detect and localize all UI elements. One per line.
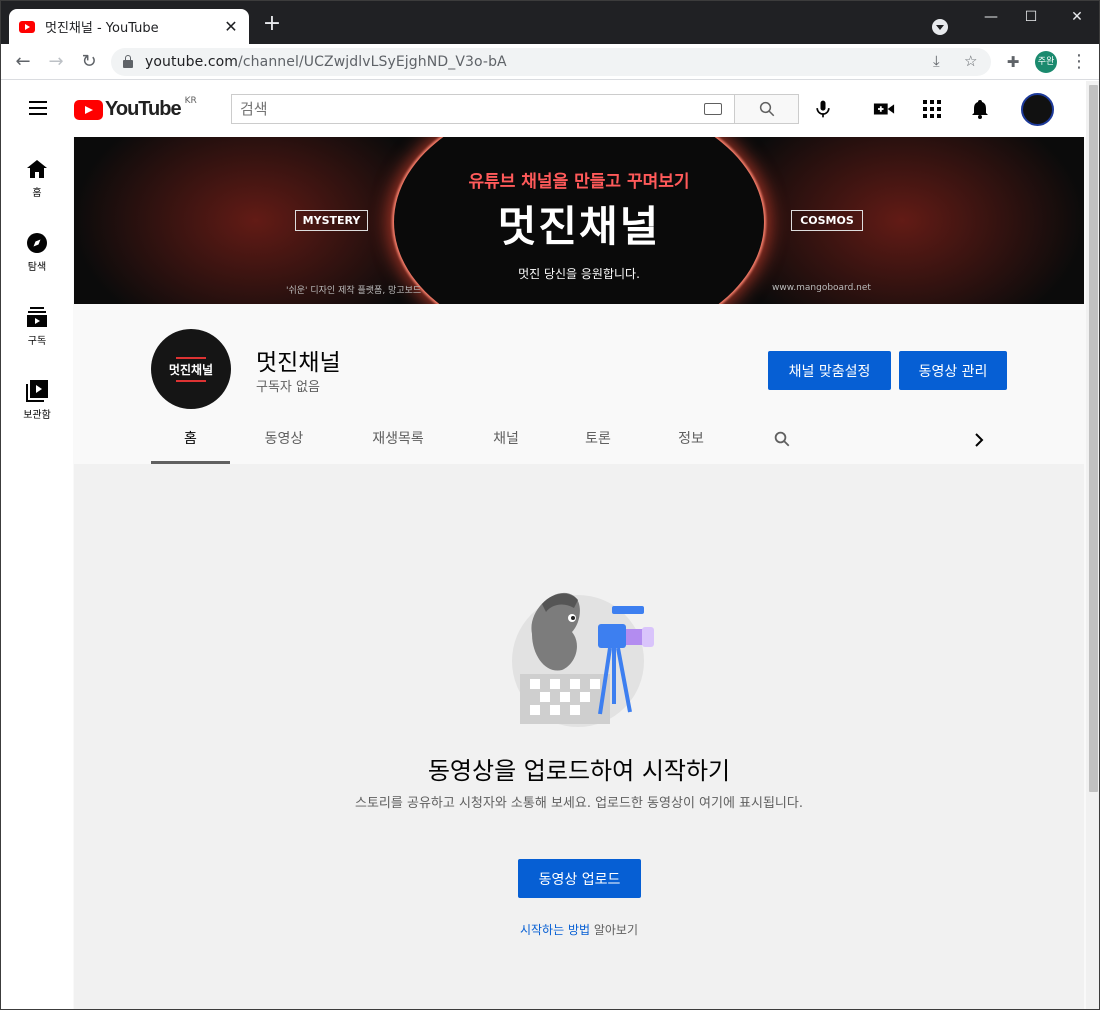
guide-item-explore[interactable]: 탐색	[1, 231, 73, 273]
explore-icon	[1, 231, 73, 255]
channel-avatar: 멋진채널	[151, 329, 231, 409]
banner-right-box: COSMOS	[791, 210, 863, 231]
notifications-bell-icon[interactable]	[969, 98, 991, 120]
guide-label: 탐색	[27, 262, 47, 273]
banner-tagline: 멋진 당신을 응원합니다.	[518, 267, 640, 281]
keyboard-icon[interactable]	[704, 103, 722, 115]
search-icon	[759, 101, 774, 117]
banner-left-box: MYSTERY	[295, 210, 368, 231]
apps-grid-icon[interactable]	[921, 98, 943, 120]
guide-item-home[interactable]: 홈	[1, 157, 73, 199]
learn-suffix: 알아보기	[590, 923, 639, 937]
browser-tab[interactable]: 멋진채널 - YouTube ✕	[9, 9, 249, 44]
search-input[interactable]	[240, 100, 704, 118]
tab-discussion[interactable]: 토론	[566, 419, 630, 464]
youtube-play-icon	[74, 99, 103, 120]
tab-about[interactable]: 정보	[659, 419, 723, 464]
voice-search-icon[interactable]	[812, 98, 834, 120]
extensions-icon[interactable]: ✚	[1001, 50, 1025, 74]
youtube-favicon-icon	[19, 20, 35, 33]
creator-illustration	[512, 592, 654, 727]
address-bar[interactable]: youtube.com/channel/UCZwjdlvLSyEjghND_V3…	[111, 48, 991, 76]
guide-label: 구독	[27, 336, 47, 347]
channel-banner: 유튜브 채널을 만들고 꾸며보기 멋진채널 멋진 당신을 응원합니다. MYST…	[74, 137, 1084, 304]
guide-label: 보관함	[23, 410, 51, 421]
banner-footer-right: www.mangoboard.net	[772, 283, 871, 293]
youtube-logo[interactable]: YouTube KR	[74, 95, 197, 121]
forward-icon[interactable]: →	[44, 50, 68, 74]
subscriptions-icon	[1, 305, 73, 329]
install-app-icon[interactable]: ⤓	[933, 52, 940, 70]
tab-close-icon[interactable]: ✕	[223, 17, 239, 36]
tab-search-icon[interactable]	[932, 19, 948, 35]
learn-how-link[interactable]: 시작하는 방법	[520, 923, 590, 937]
tab-home[interactable]: 홈	[151, 419, 230, 464]
browser-window: 멋진채널 - YouTube ✕ + — ☐ ✕ ← → ↻ youtube.c…	[0, 0, 1100, 1010]
minimize-icon[interactable]: —	[981, 7, 1001, 27]
guide-sidebar: 홈 탐색 구독 보관함	[1, 137, 73, 1009]
upload-video-button[interactable]: 동영상 업로드	[518, 859, 641, 898]
page-scrollbar[interactable]	[1086, 81, 1099, 1009]
tab-videos[interactable]: 동영상	[246, 419, 322, 464]
banner-footer-left: '쉬운' 디자인 제작 플랫폼, 망고보드	[286, 286, 422, 296]
region-code: KR	[184, 95, 197, 106]
guide-item-library[interactable]: 보관함	[1, 379, 73, 421]
bookmark-star-icon[interactable]: ☆	[964, 52, 977, 70]
maximize-icon[interactable]: ☐	[1021, 7, 1041, 27]
guide-item-subscriptions[interactable]: 구독	[1, 305, 73, 347]
subscriber-count: 구독자 없음	[256, 380, 320, 395]
home-icon	[1, 157, 73, 181]
banner-subtitle: 유튜브 채널을 만들고 꾸며보기	[468, 172, 690, 192]
guide-menu-icon[interactable]	[29, 101, 47, 115]
back-icon[interactable]: ←	[11, 50, 35, 74]
avatar-text: 멋진채널	[168, 362, 214, 377]
channel-header: 멋진채널 멋진채널 구독자 없음 채널 맞춤설정 동영상 관리 홈 동영상 재생…	[74, 313, 1084, 464]
learn-more-line: 시작하는 방법 알아보기	[74, 921, 1084, 938]
browser-menu-icon[interactable]: ⋮	[1067, 50, 1091, 74]
tab-playlists[interactable]: 재생목록	[354, 419, 442, 464]
create-video-icon[interactable]	[873, 98, 895, 120]
window-close-icon[interactable]: ✕	[1067, 7, 1087, 27]
masthead: YouTube KR	[1, 81, 1086, 137]
tab-title: 멋진채널 - YouTube	[45, 21, 159, 36]
youtube-app: YouTube KR 검색 홈 탐색 구독 보관함 유튜브 채널을 만들고 꾸며…	[1, 81, 1086, 1009]
channel-tabs: 홈 동영상 재생목록 채널 토론 정보	[74, 419, 1084, 464]
manage-videos-button[interactable]: 동영상 관리	[899, 351, 1007, 390]
scrollbar-thumb[interactable]	[1089, 85, 1098, 792]
banner-title: 멋진채널	[497, 202, 661, 251]
customize-channel-button[interactable]: 채널 맞춤설정	[768, 351, 891, 390]
tab-channels[interactable]: 채널	[474, 419, 538, 464]
channel-content: 동영상을 업로드하여 시작하기 스토리를 공유하고 시청자와 소통해 보세요. …	[74, 464, 1084, 1009]
account-avatar[interactable]	[1021, 93, 1054, 126]
empty-state-headline: 동영상을 업로드하여 시작하기	[427, 757, 731, 785]
search-box[interactable]	[231, 94, 735, 124]
search-button[interactable]	[734, 94, 799, 124]
logo-text: YouTube	[105, 98, 182, 120]
library-icon	[1, 379, 73, 403]
guide-label: 홈	[32, 188, 42, 199]
profile-avatar[interactable]: 주완	[1035, 51, 1057, 73]
tabs-next-chevron-icon[interactable]	[969, 419, 989, 464]
empty-state-description: 스토리를 공유하고 시청자와 소통해 보세요. 업로드한 동영상이 여기에 표시…	[355, 796, 803, 811]
channel-search-icon[interactable]	[768, 419, 796, 464]
url-text: youtube.com/channel/UCZwjdlvLSyEjghND_V3…	[145, 54, 507, 70]
reload-icon[interactable]: ↻	[77, 50, 101, 74]
lock-icon	[123, 55, 133, 68]
channel-name: 멋진채널	[256, 350, 341, 376]
browser-toolbar: ← → ↻ youtube.com/channel/UCZwjdlvLSyEjg…	[1, 44, 1099, 80]
new-tab-icon[interactable]: +	[261, 13, 283, 35]
tab-strip: 멋진채널 - YouTube ✕ + — ☐ ✕	[1, 1, 1099, 44]
